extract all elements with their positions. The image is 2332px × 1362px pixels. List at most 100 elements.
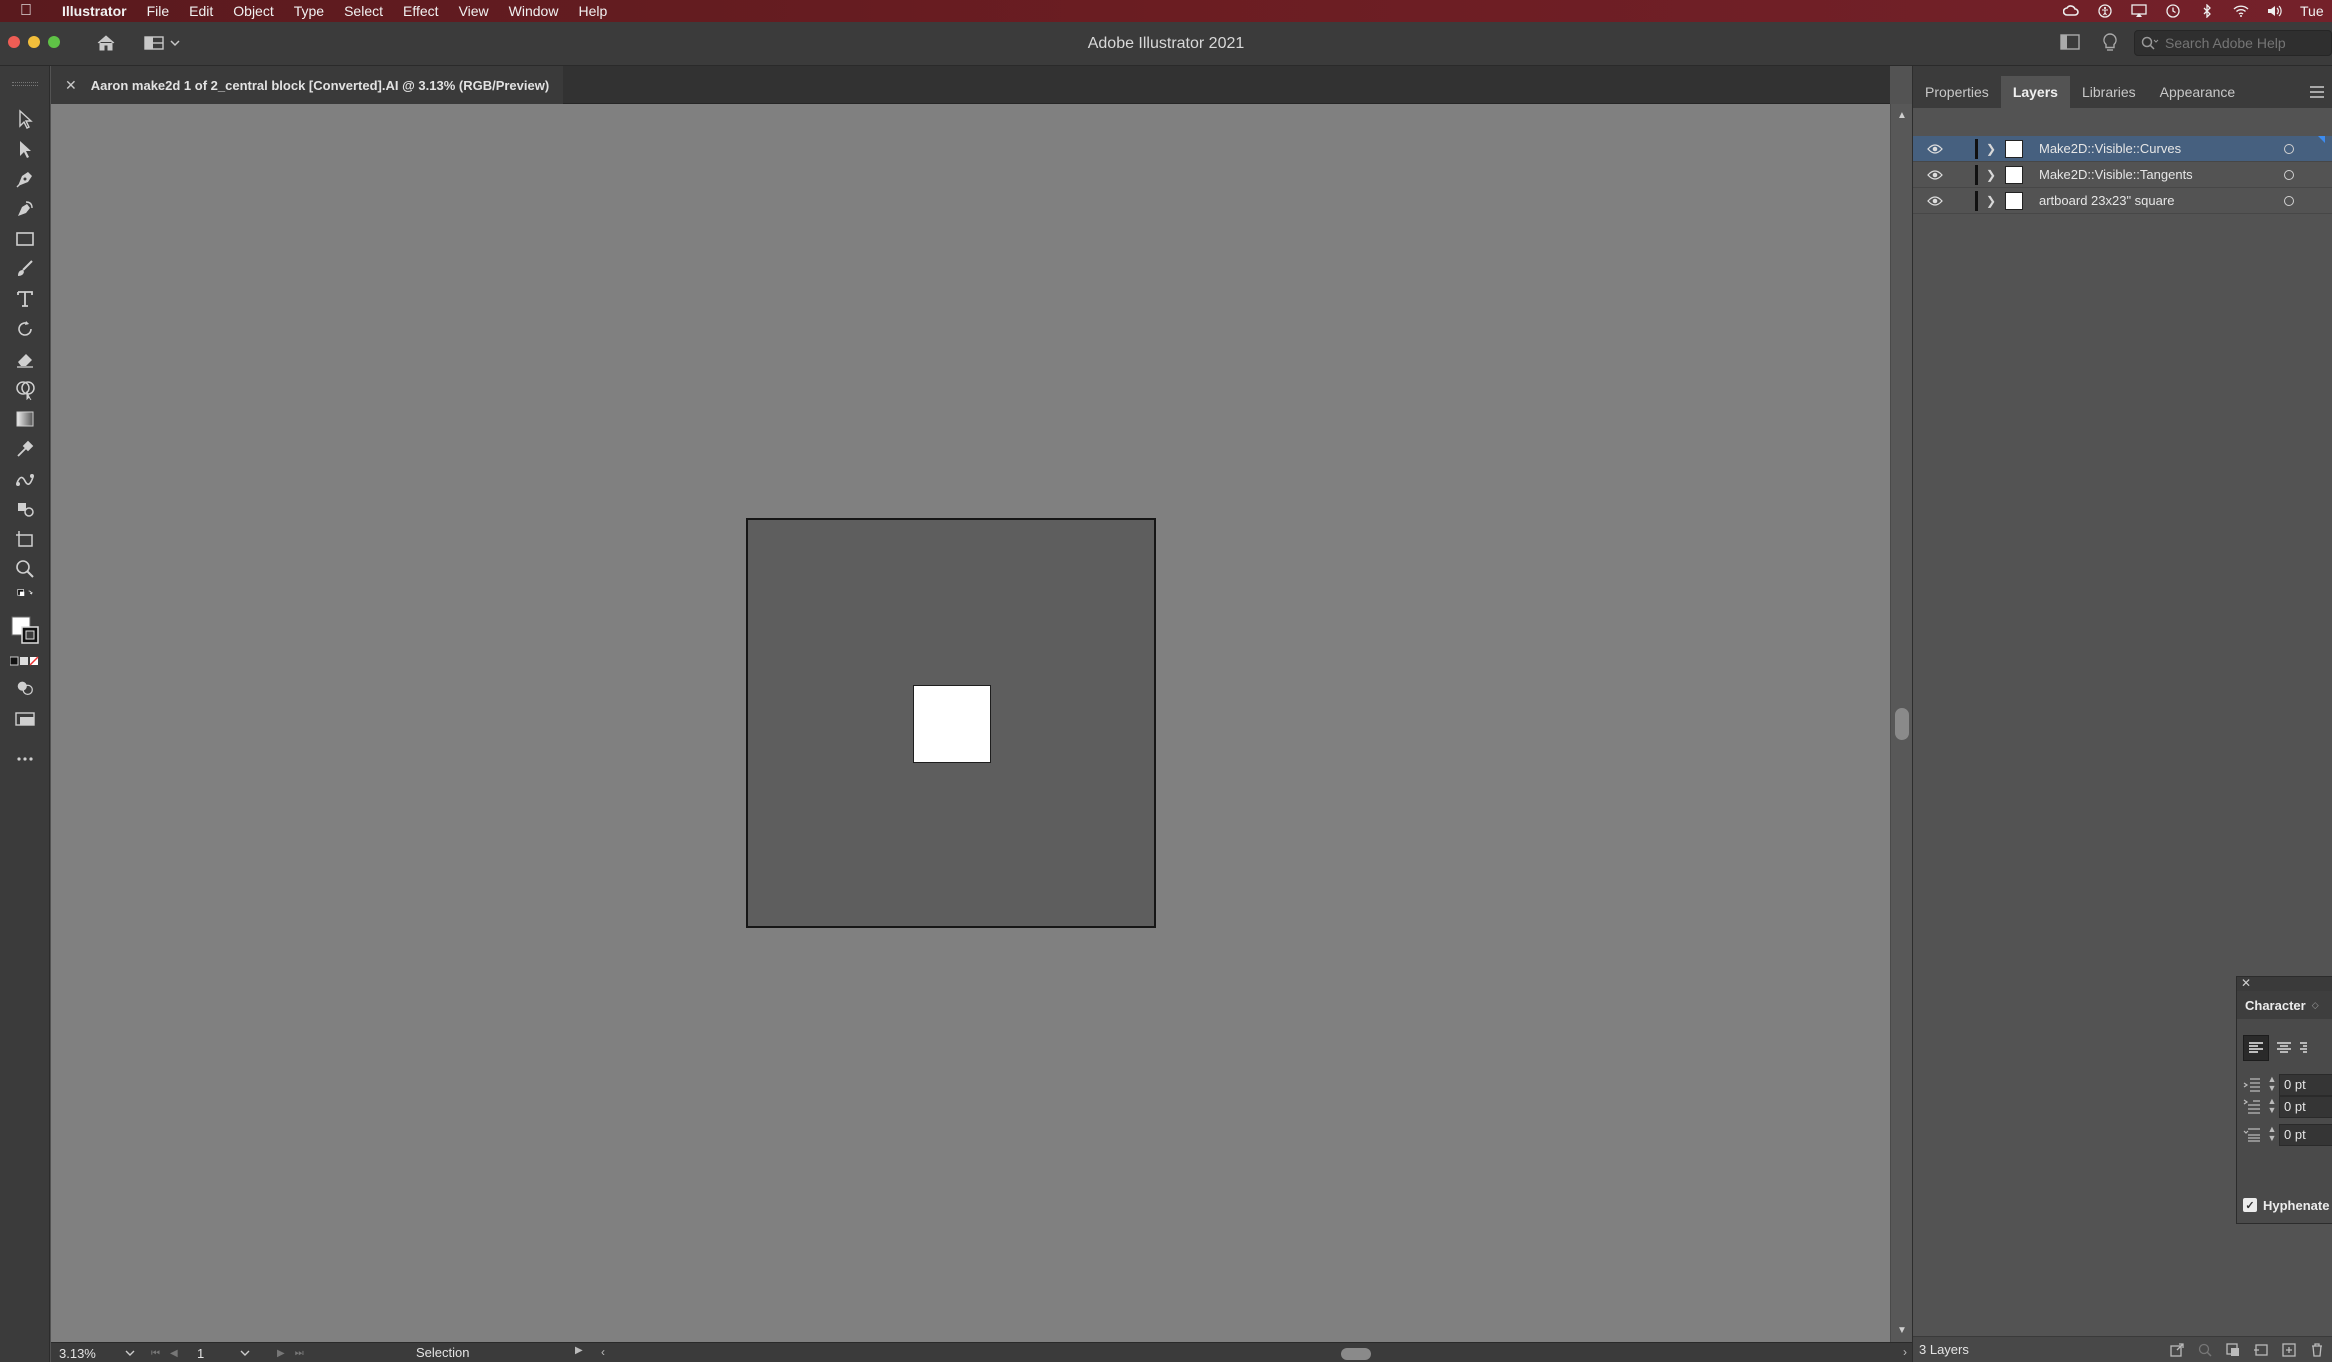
scroll-down-icon[interactable]: ▼ [1897,1325,1907,1336]
trash-icon[interactable] [2309,1342,2325,1358]
space-before-field[interactable]: 0 pt [2279,1124,2332,1146]
window-minimize-button[interactable] [28,36,40,48]
menu-edit[interactable]: Edit [179,0,223,22]
layer-row[interactable]: ❯ artboard 23x23" square [1913,188,2332,214]
expand-chevron-icon[interactable]: ❯ [1983,140,1999,158]
artboard-tool-icon[interactable] [10,526,40,552]
layer-name[interactable]: Make2D::Visible::Curves [2039,136,2181,162]
airplay-icon[interactable] [2130,4,2148,18]
close-tab-icon[interactable]: ✕ [65,77,77,94]
lock-toggle[interactable] [1951,165,1967,185]
arrange-documents-icon[interactable] [2060,34,2080,52]
lightbulb-icon[interactable] [2102,32,2120,54]
apple-icon[interactable]:  [0,2,52,20]
gradient-tool-icon[interactable] [10,406,40,432]
character-panel-titlebar[interactable]: ✕ [2237,976,2332,991]
shape-builder-tool-icon[interactable] [10,376,40,402]
layer-target-icon[interactable] [2284,170,2294,180]
menu-view[interactable]: View [449,0,499,22]
central-block-shape[interactable] [913,685,991,763]
drawing-modes-icon[interactable] [10,678,40,698]
vertical-scrollbar[interactable]: ▲ ▼ [1890,104,1912,1342]
menubar-clock[interactable]: Tue [2300,3,2326,19]
window-close-button[interactable] [8,36,20,48]
align-left-button[interactable] [2243,1035,2269,1061]
symbol-sprayer-tool-icon[interactable] [10,496,40,522]
layer-name[interactable]: Make2D::Visible::Tangents [2039,162,2193,188]
window-zoom-button[interactable] [48,36,60,48]
scroll-up-icon[interactable]: ▲ [1897,110,1907,121]
time-machine-icon[interactable] [2164,4,2182,18]
stepper-icon[interactable]: ▲ ▼ [2267,1125,2277,1145]
prev-artboard-icon[interactable]: ◀ [170,1348,178,1359]
locate-object-icon[interactable] [2197,1342,2213,1358]
clipping-mask-icon[interactable] [2225,1342,2241,1358]
stepper-icon[interactable]: ▲ ▼ [2267,1075,2277,1095]
layer-name[interactable]: artboard 23x23" square [2039,188,2174,214]
new-layer-icon[interactable] [2281,1342,2297,1358]
direct-selection-tool-icon[interactable] [10,136,40,162]
visibility-eye-icon[interactable] [1927,194,1943,208]
home-icon[interactable] [92,32,120,54]
zoom-level-value[interactable]: 3.13% [59,1346,119,1361]
tab-layers[interactable]: Layers [2000,76,2070,108]
scroll-right-icon[interactable]: › [1903,1345,1907,1359]
horizontal-scroll-thumb[interactable] [1341,1348,1371,1360]
layer-target-icon[interactable] [2284,196,2294,206]
paintbrush-tool-icon[interactable] [10,256,40,282]
workspace-switcher-button[interactable] [144,33,190,53]
menu-effect[interactable]: Effect [393,0,449,22]
first-artboard-icon[interactable]: ⏮ [151,1348,160,1359]
panel-grip[interactable] [1913,66,2332,76]
layer-target-icon[interactable] [2284,144,2294,154]
tab-properties[interactable]: Properties [1913,76,2001,108]
menu-type[interactable]: Type [284,0,334,22]
current-tool-status[interactable]: Selection [416,1345,469,1361]
eraser-tool-icon[interactable] [10,346,40,372]
rectangle-tool-icon[interactable] [10,226,40,252]
visibility-eye-icon[interactable] [1927,168,1943,182]
layer-row[interactable]: ❯ Make2D::Visible::Tangents [1913,162,2332,188]
artboard-number-field[interactable]: 1 [197,1345,267,1361]
menu-file[interactable]: File [137,0,180,22]
align-right-button[interactable] [2299,1035,2329,1061]
artboard-number-value[interactable]: 1 [197,1346,204,1361]
canvas-area[interactable] [51,104,1890,1342]
artboard[interactable] [746,518,1156,928]
eyedropper-tool-icon[interactable] [10,436,40,462]
status-menu-arrow-icon[interactable]: ▶ [575,1345,583,1356]
stepper-icon[interactable]: ▲ ▼ [2267,1097,2277,1117]
more-tools-icon[interactable] [10,746,40,772]
menu-object[interactable]: Object [223,0,283,22]
pen-tool-icon[interactable] [10,166,40,192]
help-search-input[interactable] [2165,35,2325,51]
checkmark-icon[interactable]: ✓ [2243,1198,2257,1212]
default-fill-stroke-icon[interactable] [10,588,40,604]
document-tab[interactable]: ✕ Aaron make2d 1 of 2_central block [Con… [51,66,564,104]
close-icon[interactable]: ✕ [2241,976,2251,990]
menu-window[interactable]: Window [499,0,569,22]
panel-collapse-icon[interactable]: ◇ [2312,1000,2319,1011]
menu-help[interactable]: Help [568,0,617,22]
left-indent-field[interactable]: 0 pt [2279,1074,2332,1096]
accessibility-icon[interactable] [2096,4,2114,18]
wifi-icon[interactable] [2232,4,2250,18]
expand-chevron-icon[interactable]: ❯ [1983,192,1999,210]
lock-toggle[interactable] [1951,191,1967,211]
tab-libraries[interactable]: Libraries [2070,76,2148,108]
layer-row[interactable]: ❯ Make2D::Visible::Curves [1913,136,2332,162]
tab-appearance[interactable]: Appearance [2148,76,2248,108]
menu-select[interactable]: Select [334,0,393,22]
panel-menu-icon[interactable] [2309,85,2325,99]
hyphenate-checkbox[interactable]: ✓ Hyphenate [2243,1195,2329,1215]
horizontal-scrollbar[interactable]: ‹ › [601,1345,1907,1361]
new-sublayer-icon[interactable] [2253,1342,2269,1358]
selection-tool-icon[interactable] [10,106,40,132]
curvature-tool-icon[interactable] [10,196,40,222]
last-artboard-icon[interactable]: ⏭ [295,1348,304,1359]
chevron-down-icon[interactable] [125,1349,135,1357]
zoom-tool-icon[interactable] [10,556,40,582]
bluetooth-icon[interactable] [2198,4,2216,18]
lock-toggle[interactable] [1951,139,1967,159]
color-mode-icons[interactable] [10,654,40,670]
